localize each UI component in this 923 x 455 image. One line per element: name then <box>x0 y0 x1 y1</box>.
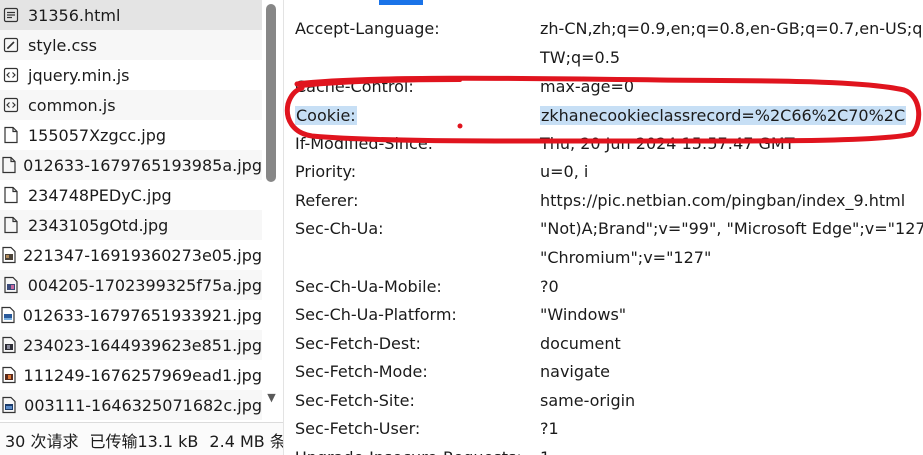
header-value: ?1 <box>540 419 559 438</box>
header-name: Sec-Ch-Ua-Platform: <box>295 305 457 324</box>
request-row-image[interactable]: 004205-1702399325f75a.jpg <box>0 270 262 300</box>
header-value: Thu, 20 Jun 2024 15:57:47 GMT <box>540 134 795 153</box>
image-file-icon <box>0 156 18 174</box>
image-thumb-icon <box>0 336 18 354</box>
header-name: Accept-Language: <box>295 19 440 38</box>
request-row-image[interactable]: 2343105gOtd.jpg <box>0 210 262 240</box>
request-row-js[interactable]: jquery.min.js <box>0 60 262 90</box>
request-row-label: 155057Xzgcc.jpg <box>28 125 167 145</box>
request-row-label: 004205-1702399325f75a.jpg <box>27 275 262 295</box>
image-file-icon <box>0 216 23 234</box>
request-row-image[interactable]: 012633-1679765193985a.jpg <box>0 150 262 180</box>
request-list-panel: 31356.html style.css jquery.min.js commo… <box>0 0 284 455</box>
request-row-image[interactable]: 221347-16919360273e05.jpg <box>0 240 262 270</box>
header-name: Sec-Ch-Ua: <box>295 219 384 238</box>
js-file-icon <box>0 67 23 83</box>
image-file-icon <box>0 126 23 144</box>
request-row-label: jquery.min.js <box>28 65 130 85</box>
image-file-icon <box>0 186 23 204</box>
request-row-html[interactable]: 31356.html <box>0 0 262 30</box>
header-value: max-age=0 <box>540 77 635 96</box>
header-name: Cache-Control: <box>295 77 414 96</box>
header-name: Sec-Fetch-Mode: <box>295 362 428 381</box>
request-list-scrollbar[interactable]: ▼ <box>262 0 281 420</box>
request-row-label: 221347-16919360273e05.jpg <box>23 245 262 265</box>
transferred-size: 已传输13.1 kB <box>89 431 199 451</box>
request-list: 31356.html style.css jquery.min.js commo… <box>0 0 262 420</box>
request-headers-panel: Accept-Language: zh-CN,zh;q=0.9,en;q=0.8… <box>284 0 923 455</box>
request-row-label: 012633-16797651933921.jpg <box>22 305 262 325</box>
request-row-label: 2343105gOtd.jpg <box>28 215 169 235</box>
header-value: https://pic.netbian.com/pingban/index_9.… <box>540 191 906 210</box>
header-value: 1 <box>540 443 923 455</box>
header-name: Priority: <box>295 162 357 181</box>
image-thumb-icon <box>0 366 19 384</box>
request-row-label: 111249-1676257969ead1.jpg <box>23 365 262 385</box>
request-row-css[interactable]: style.css <box>0 30 262 60</box>
request-row-image[interactable]: 111249-1676257969ead1.jpg <box>0 360 262 390</box>
scroll-down-arrow-icon[interactable]: ▼ <box>264 391 279 404</box>
header-value: document <box>540 334 621 353</box>
header-name: Sec-Fetch-User: <box>295 419 421 438</box>
header-value: zh-CN,zh;q=0.9,en;q=0.8,en-GB;q=0.7,en-U… <box>540 19 923 67</box>
header-value: zkhanecookieclassrecord=%2C66%2C70%2C <box>540 106 907 125</box>
request-count: 30 次请求 <box>5 431 79 451</box>
header-value: "Not)A;Brand";v="99", "Microsoft Edge";v… <box>540 219 923 267</box>
request-row-label: common.js <box>28 95 116 115</box>
request-row-label: 31356.html <box>28 5 121 25</box>
request-row-image[interactable]: 003111-1646325071682c.jpg <box>0 390 262 420</box>
image-thumb-icon <box>0 396 19 414</box>
html-file-icon <box>0 7 23 23</box>
request-row-label: 012633-1679765193985a.jpg <box>23 155 262 175</box>
request-row-image[interactable]: 234023-1644939623e851.jpg <box>0 330 262 360</box>
header-name: Cookie: <box>295 106 357 125</box>
request-row-image[interactable]: 234748PEDyC.jpg <box>0 180 262 210</box>
request-row-image[interactable]: 012633-16797651933921.jpg <box>0 300 262 330</box>
header-name: Sec-Fetch-Site: <box>295 391 415 410</box>
request-row-js[interactable]: common.js <box>0 90 262 120</box>
header-name: Upgrade-Insecure-Requests: <box>295 443 535 455</box>
request-row-label: 003111-1646325071682c.jpg <box>24 395 262 415</box>
image-thumb-icon <box>0 246 18 264</box>
header-value: ?0 <box>540 277 559 296</box>
network-status-bar: 30 次请求 已传输13.1 kB 2.4 MB 条 <box>0 422 283 455</box>
request-row-label: 234023-1644939623e851.jpg <box>23 335 262 355</box>
request-row-image[interactable]: 155057Xzgcc.jpg <box>0 120 262 150</box>
header-value: u=0, i <box>540 162 589 181</box>
resources-size: 2.4 MB 条 <box>209 431 283 451</box>
active-tab-indicator <box>379 0 423 5</box>
request-row-label: style.css <box>28 35 97 55</box>
header-name: Sec-Fetch-Dest: <box>295 334 421 353</box>
image-thumb-icon <box>0 306 18 324</box>
image-thumb-icon <box>0 276 23 294</box>
header-value: "Windows" <box>540 305 627 324</box>
header-name: If-Modified-Since: <box>295 134 434 153</box>
header-value: navigate <box>540 362 610 381</box>
css-file-icon <box>0 37 23 53</box>
header-value: same-origin <box>540 391 636 410</box>
scrollbar-thumb[interactable] <box>266 4 276 182</box>
js-file-icon <box>0 97 23 113</box>
header-name: Referer: <box>295 191 359 210</box>
header-name: Sec-Ch-Ua-Mobile: <box>295 277 442 296</box>
request-row-label: 234748PEDyC.jpg <box>28 185 172 205</box>
